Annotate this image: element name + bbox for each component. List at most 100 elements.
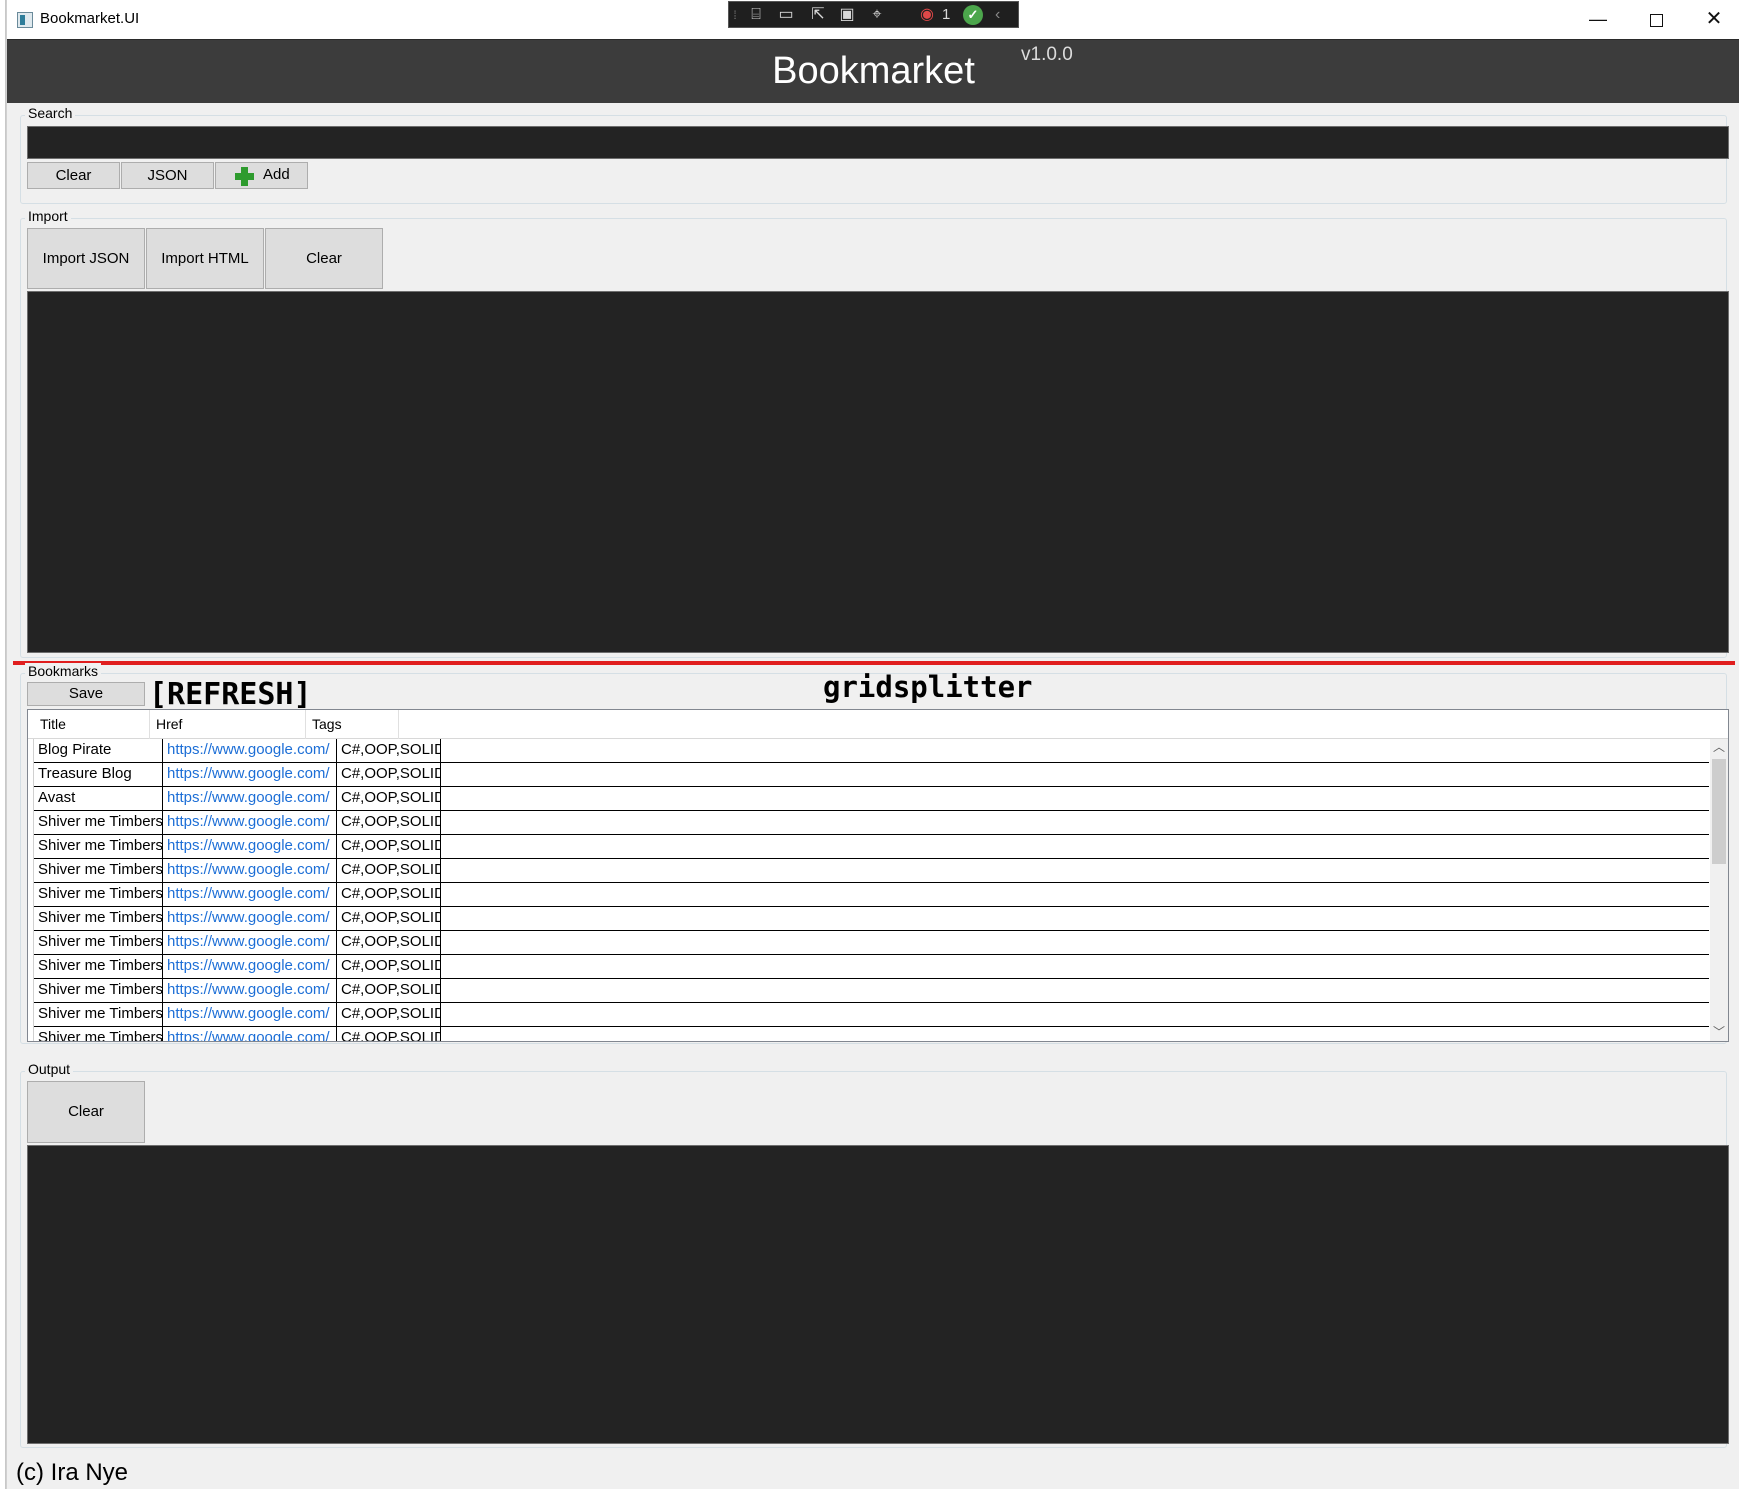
table-row[interactable]: Avast https://www.google.com/C#,OOP,SOLID [34,787,1709,811]
collapse-chevron-icon[interactable]: ‹ [995,5,1000,25]
cell-title[interactable]: Shiver me Timbers [34,883,163,906]
cell-href-link[interactable]: https://www.google.com/ [163,787,337,810]
cell-href-link[interactable]: https://www.google.com/ [163,835,337,858]
vertical-scrollbar[interactable]: ︿ ﹀ [1710,739,1728,1041]
cell-tags[interactable]: C#,OOP,SOLID [337,931,441,954]
grid-splitter[interactable] [13,661,1735,665]
cell-tags[interactable]: C#,OOP,SOLID [337,1027,441,1041]
search-clear-button[interactable]: Clear [27,162,120,189]
output-group-label: Output [25,1061,74,1077]
table-row[interactable]: Shiver me Timbers https://www.google.com/… [34,931,1709,955]
table-row[interactable]: Blog Pirate https://www.google.com/C#,OOP… [34,739,1709,763]
table-row[interactable]: Shiver me Timbers https://www.google.com/… [34,1027,1709,1041]
cell-title[interactable]: Shiver me Timbers [34,907,163,930]
app-window: Bookmarket.UI ⁞ ⌸ ▭ ⇱ ▣ ⌖ ◉ 1 ✓ ‹ — ✕ Bo… [6,0,1739,1489]
cell-href-link[interactable]: https://www.google.com/ [163,907,337,930]
cell-href-link[interactable]: https://www.google.com/ [163,1003,337,1026]
cell-tags[interactable]: C#,OOP,SOLID [337,811,441,834]
cell-title[interactable]: Shiver me Timbers [34,811,163,834]
cell-href-link[interactable]: https://www.google.com/ [163,955,337,978]
table-row[interactable]: Shiver me Timbers https://www.google.com/… [34,835,1709,859]
bookmarks-datagrid[interactable]: Title Href Tags Blog Pirate https://www.g… [27,709,1729,1042]
import-textbox[interactable] [27,291,1729,653]
scrollbar-thumb[interactable] [1712,759,1726,864]
cell-href-link[interactable]: https://www.google.com/ [163,1027,337,1041]
datagrid-header: Title Href Tags [28,710,1728,739]
save-button[interactable]: Save [27,682,145,706]
json-button[interactable]: JSON [121,162,214,189]
import-group: Import Import JSON Import HTML Clear [20,208,1729,658]
table-row[interactable]: Shiver me Timbers https://www.google.com/… [34,907,1709,931]
table-row[interactable]: Shiver me Timbers https://www.google.com/… [34,883,1709,907]
cell-href-link[interactable]: https://www.google.com/ [163,979,337,1002]
output-textbox[interactable] [27,1145,1729,1444]
layout-adorner-icon[interactable]: ▣ [836,5,858,25]
cell-href-link[interactable]: https://www.google.com/ [163,883,337,906]
select-element-icon[interactable]: ⇱ [807,5,829,25]
record-icon[interactable]: ▭ [774,5,798,25]
cell-title[interactable]: Shiver me Timbers [34,1027,163,1041]
output-clear-button[interactable]: Clear [27,1081,145,1143]
cell-title[interactable]: Shiver me Timbers [34,1003,163,1026]
title-bar[interactable]: Bookmarket.UI ⁞ ⌸ ▭ ⇱ ▣ ⌖ ◉ 1 ✓ ‹ — ✕ [7,0,1739,39]
table-row[interactable]: Shiver me Timbers https://www.google.com/… [34,979,1709,1003]
cell-href-link[interactable]: https://www.google.com/ [163,931,337,954]
app-header: Bookmarket v1.0.0 [7,39,1739,103]
output-group: Output Clear [20,1061,1729,1448]
table-row[interactable]: Shiver me Timbers https://www.google.com/… [34,859,1709,883]
close-button[interactable]: ✕ [1685,0,1739,39]
checkmark-icon[interactable]: ✓ [963,5,983,25]
scroll-down-icon[interactable]: ﹀ [1710,1024,1728,1041]
cell-tags[interactable]: C#,OOP,SOLID [337,979,441,1002]
binding-failures-icon[interactable]: ◉ [915,5,939,25]
cell-title[interactable]: Shiver me Timbers [34,979,163,1002]
add-button-label: Add [263,166,290,183]
cell-title[interactable]: Shiver me Timbers [34,931,163,954]
cell-tags[interactable]: C#,OOP,SOLID [337,907,441,930]
footer-copyright: (c) Ira Nye [16,1459,129,1486]
cell-tags[interactable]: C#,OOP,SOLID [337,1003,441,1026]
cell-tags[interactable]: C#,OOP,SOLID [337,739,441,762]
cell-title[interactable]: Blog Pirate [34,739,163,762]
cell-href-link[interactable]: https://www.google.com/ [163,763,337,786]
add-button[interactable]: Add [215,162,308,189]
cell-href-link[interactable]: https://www.google.com/ [163,859,337,882]
scroll-up-icon[interactable]: ︿ [1710,739,1728,756]
cell-tags[interactable]: C#,OOP,SOLID [337,763,441,786]
import-group-label: Import [25,208,71,224]
search-group-label: Search [25,105,76,121]
app-title: Bookmarket [772,50,975,92]
cell-tags[interactable]: C#,OOP,SOLID [337,883,441,906]
cell-tags[interactable]: C#,OOP,SOLID [337,955,441,978]
import-json-button[interactable]: Import JSON [27,228,145,289]
cell-title[interactable]: Treasure Blog [34,763,163,786]
cell-tags[interactable]: C#,OOP,SOLID [337,835,441,858]
minimize-button[interactable]: — [1569,0,1627,39]
bookmarks-group-label: Bookmarks [25,663,102,679]
column-header-title[interactable]: Title [34,710,150,739]
table-row[interactable]: Shiver me Timbers https://www.google.com/… [34,955,1709,979]
maximize-button[interactable] [1627,0,1685,39]
bookmarks-group: Bookmarks Save Title Href Tags Blog Pira… [20,663,1729,1044]
column-header-tags[interactable]: Tags [306,710,399,739]
cell-href-link[interactable]: https://www.google.com/ [163,811,337,834]
import-html-button[interactable]: Import HTML [146,228,264,289]
live-visual-tree-icon[interactable]: ⌸ [745,5,767,25]
cell-title[interactable]: Shiver me Timbers [34,859,163,882]
cell-href-link[interactable]: https://www.google.com/ [163,739,337,762]
search-input[interactable] [27,126,1729,159]
column-header-href[interactable]: Href [150,710,306,739]
plus-icon [235,167,254,186]
grip-icon[interactable]: ⁞ [731,5,739,25]
table-row[interactable]: Shiver me Timbers https://www.google.com/… [34,1003,1709,1027]
cell-tags[interactable]: C#,OOP,SOLID [337,787,441,810]
cell-title[interactable]: Shiver me Timbers [34,835,163,858]
cell-tags[interactable]: C#,OOP,SOLID [337,859,441,882]
cell-title[interactable]: Shiver me Timbers [34,955,163,978]
import-clear-button[interactable]: Clear [265,228,383,289]
cell-title[interactable]: Avast [34,787,163,810]
table-row[interactable]: Shiver me Timbers https://www.google.com/… [34,811,1709,835]
gridsplitter-annotation: gridsplitter [823,670,1033,704]
table-row[interactable]: Treasure Blog https://www.google.com/C#,O… [34,763,1709,787]
track-focus-icon[interactable]: ⌖ [865,5,889,25]
